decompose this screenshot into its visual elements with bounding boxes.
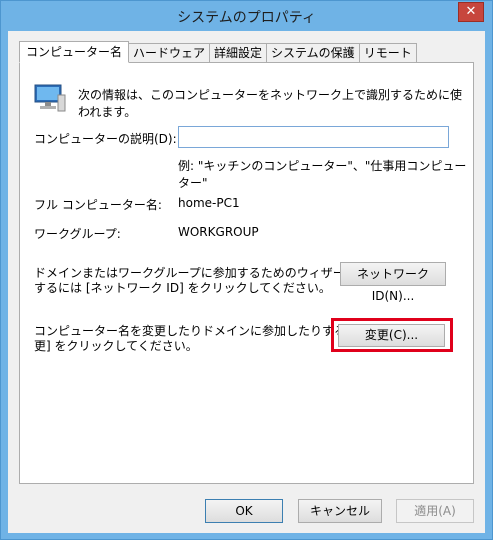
change-button[interactable]: 変更(C)... <box>338 324 445 347</box>
example-text: 例: "キッチンのコンピューター"、"仕事用コンピューター" <box>178 159 467 190</box>
full-name-label: フル コンピューター名: <box>34 198 162 212</box>
change-text-line-2: 更] をクリックしてください。 <box>34 339 198 353</box>
titlebar[interactable]: システムのプロパティ ✕ <box>1 1 492 31</box>
tab-strip: コンピューター名 ハードウェア 詳細設定 システムの保護 リモート <box>19 41 417 63</box>
tab-computer-name[interactable]: コンピューター名 <box>19 41 130 63</box>
system-properties-window: システムのプロパティ ✕ コンピューター名 ハードウェア 詳細設定 システムの保… <box>0 0 493 540</box>
close-button[interactable]: ✕ <box>458 2 484 22</box>
computer-icon <box>34 84 66 112</box>
intro-text: 次の情報は、このコンピューターをネットワーク上で識別するために使われます。 <box>78 88 463 119</box>
full-name-value: home-PC1 <box>178 196 240 210</box>
computer-description-input[interactable] <box>178 126 449 148</box>
wizard-text-line-2: するには [ネットワーク ID] をクリックしてください。 <box>34 281 331 295</box>
workgroup-label: ワークグループ: <box>34 227 121 241</box>
tab-remote[interactable]: リモート <box>358 43 417 63</box>
apply-button[interactable]: 適用(A) <box>396 499 474 523</box>
description-label: コンピューターの説明(D): <box>34 132 177 146</box>
tab-system-protection[interactable]: システムの保護 <box>266 43 360 63</box>
window-title: システムのプロパティ <box>177 10 316 26</box>
ok-button[interactable]: OK <box>205 499 283 523</box>
cancel-button[interactable]: キャンセル <box>298 499 382 523</box>
computer-name-panel: 次の情報は、このコンピューターをネットワーク上で識別するために使われます。 コン… <box>19 62 474 484</box>
dialog-client: コンピューター名 ハードウェア 詳細設定 システムの保護 リモート 次の情報は、… <box>8 31 485 533</box>
workgroup-value: WORKGROUP <box>178 225 259 239</box>
tab-hardware[interactable]: ハードウェア <box>128 43 211 63</box>
network-id-button[interactable]: ネットワーク ID(N)... <box>340 262 446 303</box>
tab-advanced[interactable]: 詳細設定 <box>209 43 268 63</box>
close-icon: ✕ <box>465 4 477 19</box>
